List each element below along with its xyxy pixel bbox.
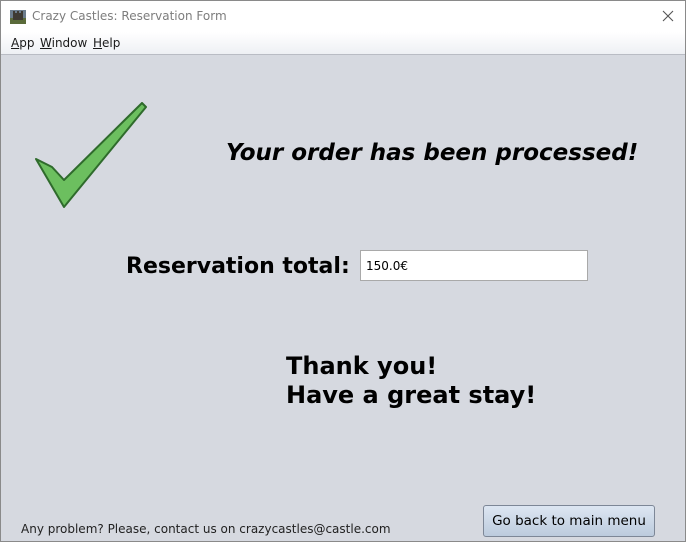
contact-footer: Any problem? Please, contact us on crazy… (21, 522, 391, 536)
castle-icon (10, 9, 26, 24)
menu-app[interactable]: App (11, 36, 34, 50)
close-icon (662, 7, 674, 26)
menu-window[interactable]: Window (40, 36, 87, 50)
reservation-total-label: Reservation total: (126, 254, 350, 279)
confirmation-heading: Your order has been processed! (226, 140, 639, 166)
thank-you-line: Thank you! (286, 352, 438, 380)
reservation-total-field[interactable] (360, 250, 588, 281)
great-stay-line: Have a great stay! (286, 381, 537, 409)
menu-bar: App Window Help (1, 32, 685, 55)
close-button[interactable] (657, 5, 679, 27)
thank-you-message: Thank you! Have a great stay! (286, 352, 536, 410)
menu-help[interactable]: Help (93, 36, 120, 50)
checkmark-icon (34, 102, 150, 212)
window-title: Crazy Castles: Reservation Form (32, 9, 227, 23)
confirmation-panel: Your order has been processed! Reservati… (1, 55, 685, 541)
reservation-window: Crazy Castles: Reservation Form App Wind… (0, 0, 686, 542)
back-to-main-menu-button[interactable]: Go back to main menu (483, 505, 655, 537)
title-bar[interactable]: Crazy Castles: Reservation Form (1, 1, 685, 32)
